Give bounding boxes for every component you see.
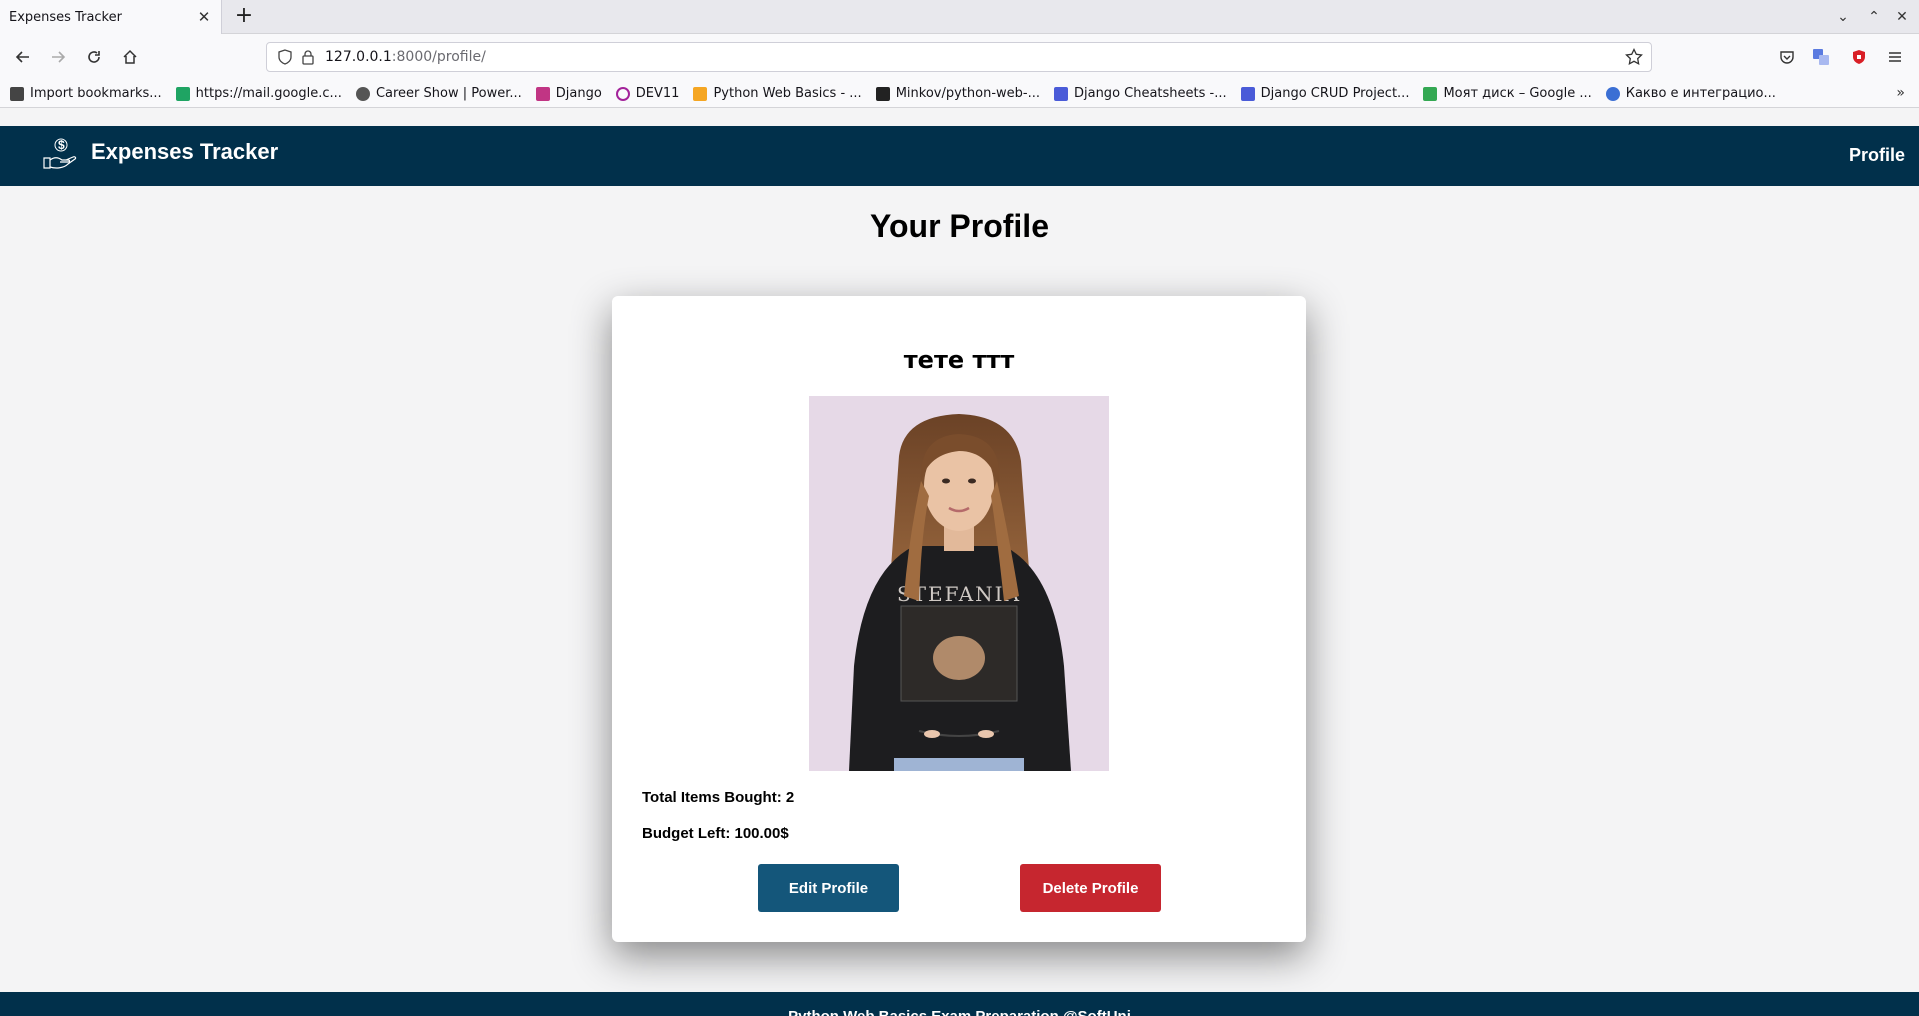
close-tab-icon[interactable]: ✕ bbox=[195, 8, 213, 26]
footer-text: Python Web Basics Exam Preparation @Soft… bbox=[0, 1008, 1919, 1016]
bookmark-item[interactable]: Django Cheatsheets -... bbox=[1053, 86, 1227, 101]
globe-icon bbox=[355, 86, 370, 101]
browser-tab[interactable]: Expenses Tracker ✕ bbox=[0, 0, 222, 34]
budget-left: Budget Left: 100.00$ bbox=[642, 825, 789, 842]
url-text: 127.0.0.1:8000/profile/ bbox=[325, 49, 486, 65]
bookmark-item[interactable]: Django bbox=[535, 86, 602, 101]
import-icon bbox=[10, 86, 24, 101]
url-path: :8000/profile/ bbox=[391, 49, 486, 65]
bookmark-item[interactable]: Minkov/python-web-... bbox=[875, 86, 1040, 101]
bookmarks-toolbar: Import bookmarks... https://mail.google.c… bbox=[0, 80, 1919, 108]
bookmark-label: https://mail.google.c... bbox=[195, 86, 342, 101]
money-hand-icon: $ bbox=[43, 138, 77, 169]
bookmark-label: Import bookmarks... bbox=[30, 86, 162, 101]
profile-name: тете ттт bbox=[903, 346, 1015, 374]
maximize-icon[interactable]: ⌃ bbox=[1864, 7, 1884, 27]
forward-icon[interactable] bbox=[45, 44, 71, 70]
tracking-shield-icon[interactable] bbox=[277, 49, 293, 65]
bookmark-label: Career Show | Power... bbox=[375, 86, 522, 101]
ring-icon bbox=[615, 86, 630, 101]
bookmark-label: DEV11 bbox=[635, 86, 680, 101]
delete-profile-button[interactable]: Delete Profile bbox=[1020, 864, 1161, 912]
tab-title: Expenses Tracker bbox=[9, 9, 122, 25]
bookmark-label: Python Web Basics - ... bbox=[713, 86, 862, 101]
profile-photo-illustration: STEFANIA bbox=[809, 396, 1109, 771]
softuni-icon bbox=[693, 86, 708, 101]
profile-card: тете ттт STEFANIA Total Items Bought: 2 … bbox=[612, 296, 1306, 942]
bookmark-label: Моят диск – Google ... bbox=[1443, 86, 1592, 101]
profile-photo: STEFANIA bbox=[809, 396, 1109, 771]
globe-color-icon bbox=[1605, 86, 1620, 101]
reload-icon[interactable] bbox=[81, 44, 107, 70]
bookmark-label: Django Cheatsheets -... bbox=[1073, 86, 1227, 101]
bookmark-item[interactable]: Import bookmarks... bbox=[10, 86, 162, 101]
pocket-icon[interactable] bbox=[1774, 44, 1800, 70]
bookmark-item[interactable]: Django CRUD Project... bbox=[1240, 86, 1410, 101]
bookmark-label: Minkov/python-web-... bbox=[895, 86, 1040, 101]
google-chat-icon bbox=[175, 86, 190, 101]
list-tabs-icon[interactable]: ⌄ bbox=[1833, 7, 1853, 27]
new-tab-icon[interactable]: + bbox=[232, 5, 256, 29]
bookmark-star-icon[interactable] bbox=[1625, 48, 1643, 66]
instagram-icon bbox=[535, 86, 550, 101]
bookmark-item[interactable]: DEV11 bbox=[615, 86, 680, 101]
page-title: Your Profile bbox=[870, 208, 1049, 244]
bookmark-item[interactable]: Python Web Basics - ... bbox=[693, 86, 862, 101]
bookmark-item[interactable]: https://mail.google.c... bbox=[175, 86, 342, 101]
address-bar[interactable]: 127.0.0.1:8000/profile/ bbox=[266, 42, 1652, 72]
bookmark-label: Django CRUD Project... bbox=[1260, 86, 1410, 101]
site-title[interactable]: Expenses Tracker bbox=[91, 139, 278, 165]
bookmark-item[interactable]: Какво е интеграцио... bbox=[1605, 86, 1776, 101]
bookmark-label: Django bbox=[555, 86, 602, 101]
page-info-icon[interactable] bbox=[301, 49, 315, 65]
doc-icon bbox=[1240, 86, 1255, 101]
bookmark-label: Какво е интеграцио... bbox=[1625, 86, 1776, 101]
github-icon bbox=[875, 86, 890, 101]
ublock-icon[interactable] bbox=[1846, 44, 1872, 70]
browser-tabbar: Expenses Tracker ✕ + ⌄ ⌃ ✕ bbox=[0, 0, 1919, 34]
back-icon[interactable] bbox=[10, 44, 36, 70]
total-items-bought: Total Items Bought: 2 bbox=[642, 789, 795, 806]
translate-icon[interactable] bbox=[1808, 44, 1834, 70]
bookmark-item[interactable]: Моят диск – Google ... bbox=[1423, 86, 1592, 101]
google-drive-icon bbox=[1423, 86, 1438, 101]
menu-icon[interactable] bbox=[1882, 44, 1908, 70]
site-footer: Python Web Basics Exam Preparation @Soft… bbox=[0, 992, 1919, 1016]
browser-navbar: 127.0.0.1:8000/profile/ bbox=[0, 34, 1919, 80]
more-bookmarks-icon[interactable]: » bbox=[1896, 85, 1905, 101]
home-icon[interactable] bbox=[117, 44, 143, 70]
nav-profile-link[interactable]: Profile bbox=[1849, 145, 1905, 166]
url-host: 127.0.0.1 bbox=[325, 49, 392, 65]
close-window-icon[interactable]: ✕ bbox=[1892, 7, 1912, 27]
site-header: $ Expenses Tracker Profile bbox=[0, 126, 1919, 186]
edit-profile-button[interactable]: Edit Profile bbox=[758, 864, 899, 912]
bookmark-item[interactable]: Career Show | Power... bbox=[355, 86, 522, 101]
doc-icon bbox=[1053, 86, 1068, 101]
